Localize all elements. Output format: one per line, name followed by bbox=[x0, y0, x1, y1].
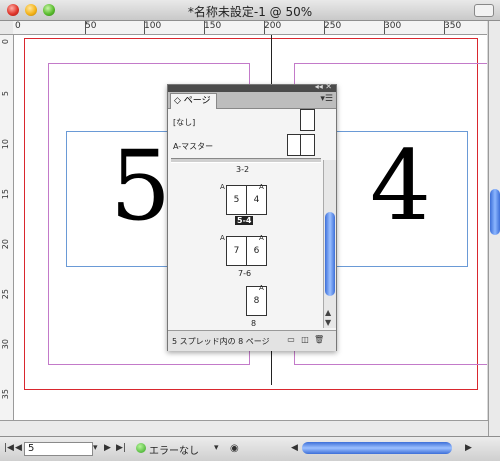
selected-spread-label: 5-4 bbox=[235, 216, 254, 225]
pages-panel-scrollbar[interactable]: ▲ ▼ bbox=[323, 160, 336, 328]
page-count-text: 5 スプレッド内の 8 ページ bbox=[172, 337, 270, 346]
ruler-label: 300 bbox=[384, 21, 402, 31]
ruler-label: 100 bbox=[144, 21, 162, 31]
ruler-label: 15 bbox=[1, 189, 10, 200]
master-indicator: A bbox=[220, 234, 225, 242]
ruler-label: 10 bbox=[1, 139, 10, 150]
ruler-label: 350 bbox=[444, 21, 462, 31]
master-a-label[interactable]: A-マスター bbox=[173, 141, 213, 152]
panel-drag-bar[interactable]: ◂◂ ✕ bbox=[168, 82, 336, 92]
ruler-label: 30 bbox=[1, 339, 10, 350]
panel-menu-icon[interactable]: ▾☰ bbox=[320, 94, 333, 104]
last-page-button[interactable]: ▶| bbox=[116, 443, 126, 453]
scroll-left-arrow-icon[interactable]: ◀ bbox=[291, 443, 298, 453]
window-titlebar: *名称未設定-1 @ 50% bbox=[0, 0, 500, 21]
status-bar: |◀ ◀ 5 ▾ ▶ ▶| エラーなし ▾ ◉ ◀ ▶ bbox=[0, 436, 500, 461]
master-none-label[interactable]: [なし] bbox=[173, 117, 195, 128]
spread-label: 8 bbox=[251, 319, 257, 328]
ruler-label: 0 bbox=[15, 21, 21, 31]
next-page-button[interactable]: ▶ bbox=[104, 443, 111, 453]
master-a-right-thumbnail[interactable] bbox=[300, 134, 315, 156]
master-indicator: A bbox=[220, 183, 225, 191]
master-none-thumbnail[interactable] bbox=[300, 109, 315, 131]
preflight-status-icon bbox=[136, 443, 146, 453]
ruler-label: 200 bbox=[264, 21, 282, 31]
masters-divider[interactable] bbox=[171, 158, 321, 163]
pages-panel-scroll-thumb[interactable] bbox=[325, 212, 335, 296]
spread-label: 7-6 bbox=[238, 269, 252, 278]
ruler-label: 250 bbox=[324, 21, 342, 31]
prev-page-button[interactable]: ◀ bbox=[15, 443, 22, 453]
horizontal-scrollbar[interactable] bbox=[0, 420, 488, 437]
spread-thumbnail-7-6[interactable]: 7 6 A A bbox=[220, 234, 267, 266]
ruler-label: 25 bbox=[1, 289, 10, 300]
panel-tab-bar: ◇ ページ ▾☰ bbox=[168, 92, 336, 109]
ruler-label: 20 bbox=[1, 239, 10, 250]
ruler-label: 50 bbox=[85, 21, 97, 31]
left-page-number: 5 bbox=[110, 130, 172, 242]
toolbar-toggle-button[interactable] bbox=[474, 4, 494, 17]
vertical-scroll-thumb[interactable] bbox=[490, 189, 500, 235]
master-indicator: A bbox=[259, 183, 264, 191]
collapse-panel-icon[interactable]: ◂◂ ✕ bbox=[315, 82, 332, 91]
pages-panel: ◂◂ ✕ ◇ ページ ▾☰ [なし] A-マスター 3-2 5 4 A A 5-… bbox=[167, 82, 337, 351]
window-title: *名称未設定-1 @ 50% bbox=[187, 5, 313, 19]
master-indicator: A bbox=[259, 234, 264, 242]
preflight-menu-chevron-icon[interactable]: ▾ bbox=[214, 443, 219, 453]
horizontal-ruler[interactable]: 0 50 100 150 200 250 300 350 bbox=[13, 21, 487, 35]
preflight-status-text: エラーなし bbox=[149, 446, 199, 457]
edit-page-size-icon[interactable]: ▭ bbox=[286, 335, 296, 345]
first-page-button[interactable]: |◀ bbox=[4, 443, 14, 453]
open-document-icon[interactable]: ◉ bbox=[230, 443, 239, 454]
ruler-label: 35 bbox=[1, 389, 10, 400]
tab-pages[interactable]: ◇ ページ bbox=[170, 93, 217, 109]
scroll-down-arrow-icon[interactable]: ▼ bbox=[325, 318, 331, 327]
spread-thumbnail-8[interactable]: 8 A bbox=[246, 284, 268, 316]
page-thumbnail[interactable]: 5 bbox=[226, 185, 247, 215]
ruler-label: 5 bbox=[1, 91, 10, 97]
tab-pages-label: ページ bbox=[183, 96, 211, 106]
trash-icon[interactable]: 🗑 bbox=[314, 335, 324, 345]
ruler-origin[interactable] bbox=[0, 21, 14, 35]
vertical-scrollbar[interactable] bbox=[488, 21, 500, 441]
right-page-number: 4 bbox=[370, 130, 432, 242]
horizontal-scroll-thumb[interactable] bbox=[302, 442, 452, 454]
ruler-label: 150 bbox=[204, 21, 222, 31]
new-page-icon[interactable]: ◫ bbox=[300, 335, 310, 345]
scroll-right-arrow-icon[interactable]: ▶ bbox=[465, 443, 472, 453]
scroll-up-arrow-icon[interactable]: ▲ bbox=[325, 308, 331, 317]
pages-panel-footer: 5 スプレッド内の 8 ページ ▭ ◫ 🗑 bbox=[168, 330, 336, 351]
page-number-field[interactable]: 5 bbox=[24, 442, 93, 456]
spread-thumbnail-5-4[interactable]: 5 4 A A bbox=[220, 183, 267, 215]
master-indicator: A bbox=[259, 284, 264, 292]
spread-label: 3-2 bbox=[236, 165, 250, 174]
ruler-label: 0 bbox=[1, 39, 10, 45]
page-thumbnail[interactable]: 7 bbox=[226, 236, 247, 266]
vertical-ruler[interactable]: 0 5 10 15 20 25 30 35 bbox=[0, 35, 14, 435]
page-dropdown-chevron-icon[interactable]: ▾ bbox=[93, 443, 98, 453]
